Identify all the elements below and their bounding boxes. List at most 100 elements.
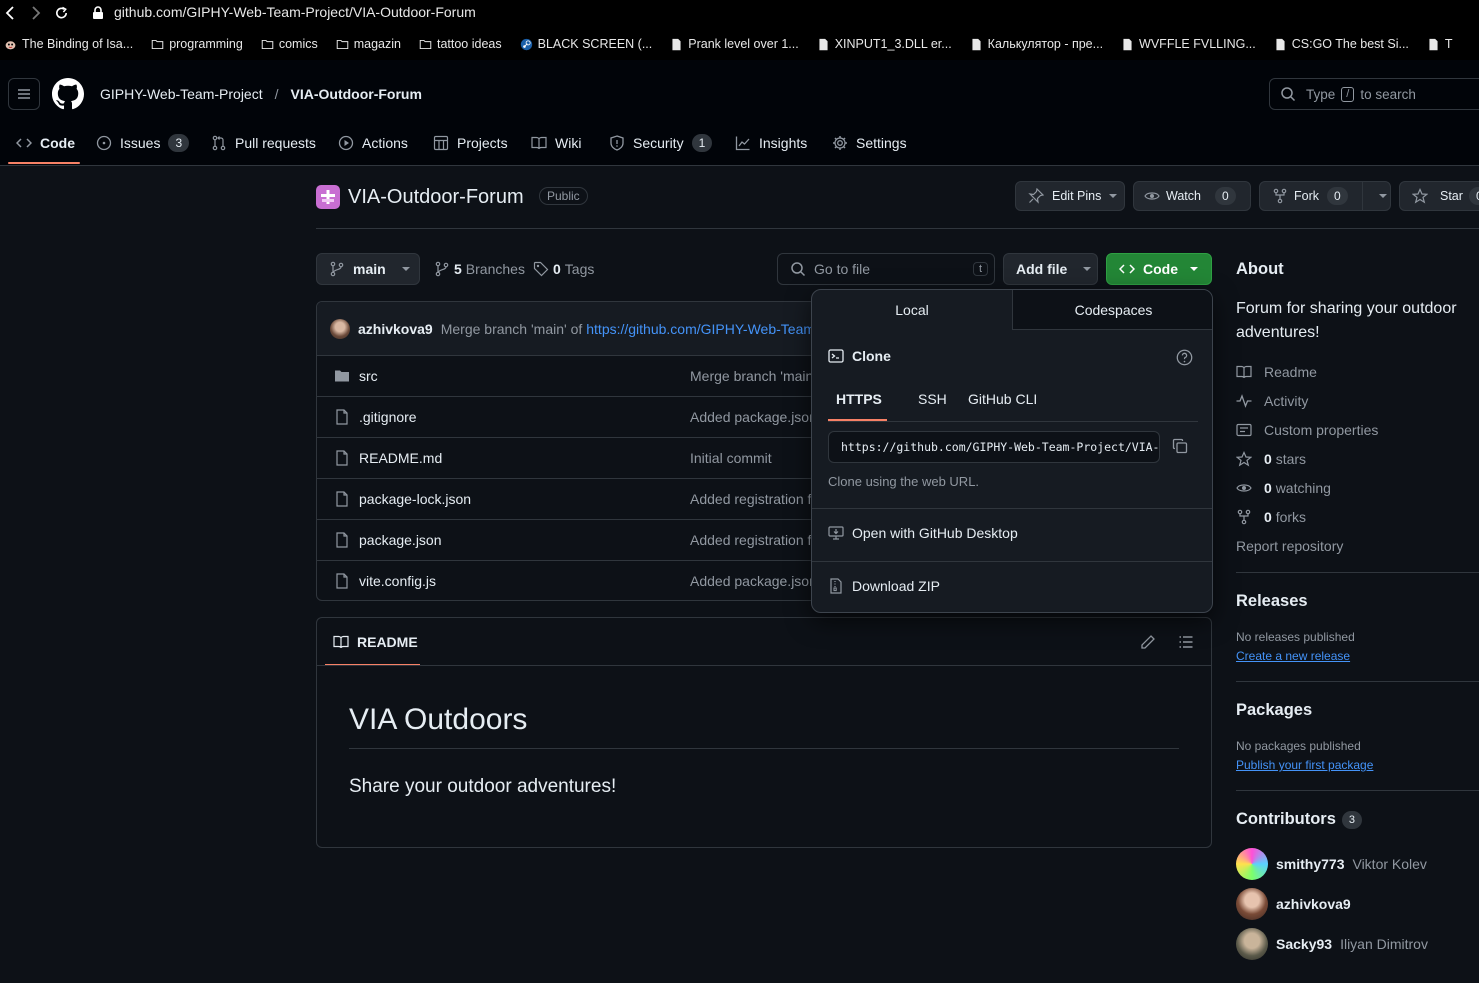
bookmark-item[interactable]: BLACK SCREEN (... [520,37,652,51]
go-to-file-input[interactable]: Go to file t [777,253,995,285]
tab-actions[interactable]: Actions [338,121,408,165]
file-name[interactable]: package-lock.json [359,491,471,507]
reload-icon[interactable] [54,5,69,21]
bookmark-item[interactable]: Калькулятор - пре... [970,37,1103,51]
avatar[interactable] [1236,848,1268,880]
file-name[interactable]: package.json [359,532,442,548]
contributors-header[interactable]: Contributors 3 [1236,810,1363,829]
owner-link[interactable]: GIPHY-Web-Team-Project [100,86,263,102]
list-icon[interactable] [1178,634,1194,650]
publish-package-link[interactable]: Publish your first package [1236,758,1373,772]
repo-title[interactable]: VIA-Outdoor-Forum [348,186,524,209]
file-commit-message[interactable]: Initial commit [690,450,772,466]
open-desktop-item[interactable]: Open with GitHub Desktop [828,525,1018,541]
file-commit-message[interactable]: Added package.json [690,409,817,425]
file-name[interactable]: vite.config.js [359,573,436,589]
help-icon[interactable] [1176,349,1193,366]
copy-icon[interactable] [1172,438,1188,454]
file-name[interactable]: README.md [359,450,442,466]
file-commit-message[interactable]: Added package.json [690,573,817,589]
clone-tab-https[interactable]: HTTPS [836,391,882,407]
bookmark-item[interactable]: magazin [336,37,401,51]
tab-wiki[interactable]: Wiki [531,121,581,165]
file-zip-icon [830,578,842,594]
repo-link[interactable]: VIA-Outdoor-Forum [291,86,422,102]
readme-link[interactable]: Readme [1236,364,1317,380]
pencil-icon[interactable] [1140,634,1156,650]
tags-link[interactable]: 0 Tags [533,261,594,277]
tab-security[interactable]: Security 1 [609,121,713,165]
clone-tab-github-cli[interactable]: GitHub CLI [968,391,1037,407]
tab-pull-requests[interactable]: Pull requests [211,121,316,165]
tab-codespaces[interactable]: Codespaces [1012,290,1212,330]
commit-link[interactable]: https://github.com/GIPHY-Web-Team [586,321,815,337]
packages-heading[interactable]: Packages [1236,701,1312,720]
watching-link[interactable]: 0 watching [1236,480,1331,496]
custom-properties-link[interactable]: Custom properties [1236,422,1378,438]
bookmark-item[interactable]: XINPUT1_3.DLL er... [817,37,952,51]
file-name[interactable]: src [359,368,378,384]
tab-projects[interactable]: Projects [433,121,508,165]
search-input[interactable]: Type / to search [1269,78,1479,110]
contributor-item[interactable]: smithy773 Viktor Kolev [1236,848,1427,880]
bookmark-item[interactable]: T [1427,37,1453,51]
bookmark-item[interactable]: CS:GO The best Si... [1274,37,1409,51]
star-icon [1412,188,1428,204]
report-repository-link[interactable]: Report repository [1236,538,1343,554]
bookmark-item[interactable]: WVFFLE FVLLING... [1121,37,1256,51]
hamburger-menu-button[interactable] [8,78,40,110]
file-commit-message[interactable]: Added registration f [690,532,811,548]
branch-select[interactable]: main [316,253,420,285]
clone-tab-ssh[interactable]: SSH [918,391,947,407]
bookmark-item[interactable]: Prank level over 1... [670,37,799,51]
stars-link[interactable]: 0 stars [1236,451,1306,467]
commit-message[interactable]: Merge branch 'main' of [441,321,583,337]
releases-heading[interactable]: Releases [1236,592,1308,611]
branch-icon [435,261,449,277]
watch-button[interactable]: Watch 0 [1133,181,1251,211]
tab-insights[interactable]: Insights [735,121,807,165]
tab-label: Settings [856,135,907,151]
contributor-item[interactable]: Sacky93 Iliyan Dimitrov [1236,928,1428,960]
folder-icon [261,38,274,51]
branches-link[interactable]: 5 Branches [434,261,525,277]
contributor-login: azhivkova9 [1276,896,1351,912]
address-bar-url[interactable]: github.com/GIPHY-Web-Team-Project/VIA-Ou… [114,4,476,20]
download-zip-item[interactable]: Download ZIP [828,578,940,594]
fork-button[interactable]: Fork 0 [1259,181,1391,211]
bookmark-item[interactable]: comics [261,37,318,51]
create-release-link[interactable]: Create a new release [1236,649,1350,663]
avatar[interactable] [330,318,350,339]
clone-url-field[interactable]: https://github.com/GIPHY-Web-Team-Projec… [828,431,1160,463]
file-commit-message[interactable]: Added registration f [690,491,811,507]
packages-empty: No packages published [1236,739,1361,753]
tab-local[interactable]: Local [812,290,1012,330]
star-button[interactable]: Star 0 [1399,181,1479,211]
bookmark-label: CS:GO The best Si... [1291,37,1409,51]
edit-pins-button[interactable]: Edit Pins [1015,181,1125,211]
tab-settings[interactable]: Settings [832,121,907,165]
tab-issues[interactable]: Issues 3 [96,121,190,165]
tab-code[interactable]: Code [16,121,75,165]
avatar[interactable] [1236,928,1268,960]
bookmark-item[interactable]: The Binding of Isa... [4,37,133,51]
commit-author[interactable]: azhivkova9 [358,321,433,337]
contributors-heading: Contributors [1236,810,1336,828]
activity-link[interactable]: Activity [1236,393,1308,409]
contributor-item[interactable]: azhivkova9 [1236,888,1359,920]
bookmark-item[interactable]: tattoo ideas [419,37,502,51]
back-icon[interactable] [4,5,18,21]
avatar[interactable] [1236,888,1268,920]
go-to-file-placeholder: Go to file [814,261,871,277]
readme-tab[interactable]: README [333,634,418,650]
bookmark-label: T [1444,37,1453,51]
github-logo-icon[interactable] [52,78,84,110]
code-button[interactable]: Code [1106,253,1212,285]
forks-link[interactable]: 0 forks [1236,509,1306,525]
bookmark-item[interactable]: programming [151,37,243,51]
add-file-button[interactable]: Add file [1003,253,1098,285]
file-name[interactable]: .gitignore [359,409,417,425]
browser-toolbar: github.com/GIPHY-Web-Team-Project/VIA-Ou… [0,0,1479,28]
forward-icon[interactable] [28,5,42,21]
file-commit-message[interactable]: Merge branch 'main [690,368,813,384]
